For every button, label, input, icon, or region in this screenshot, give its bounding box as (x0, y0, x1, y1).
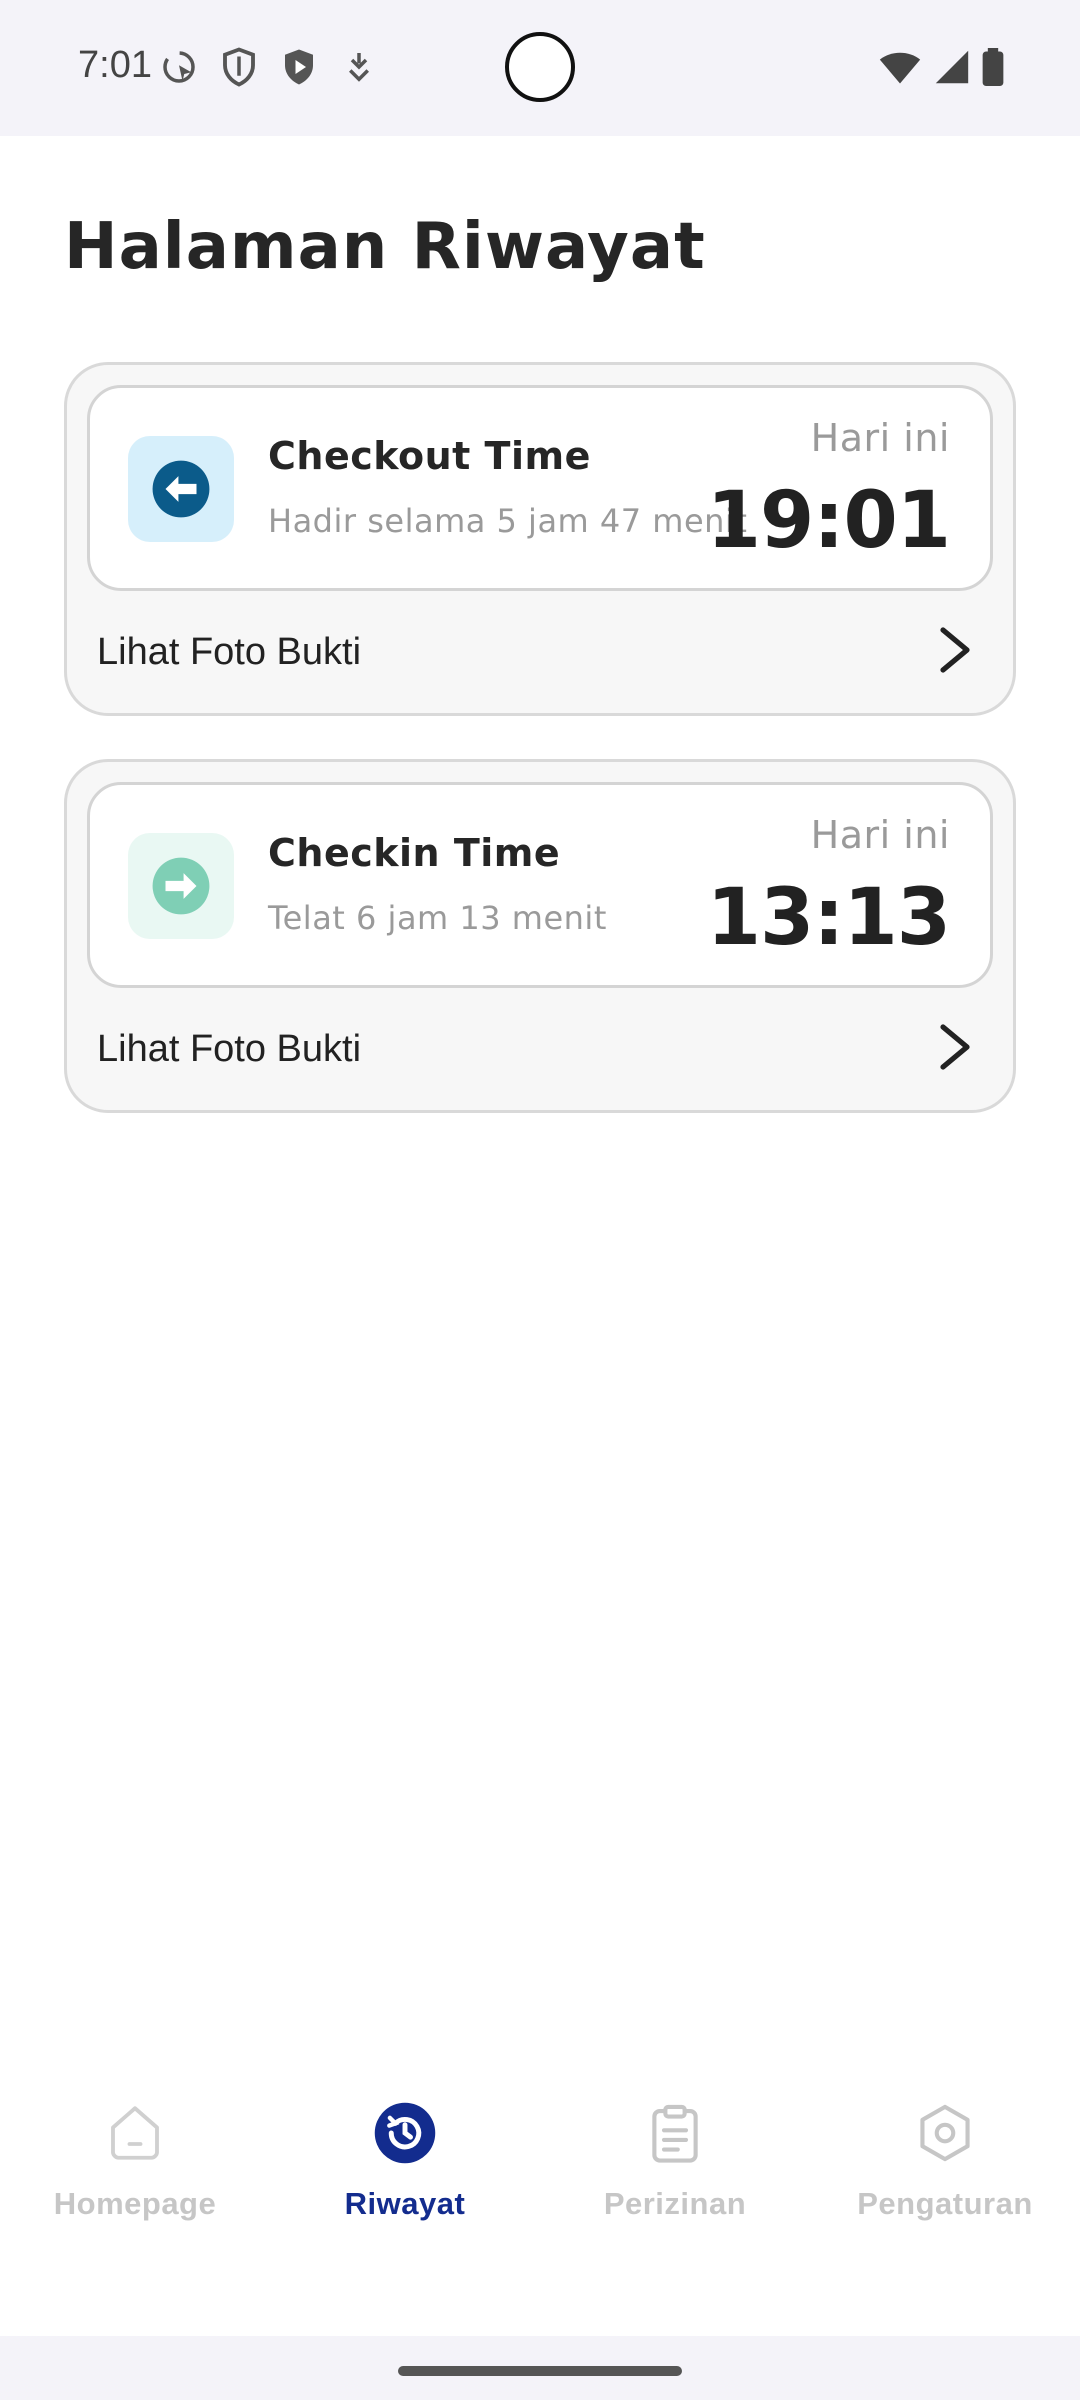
checkin-day: Hari ini (810, 813, 950, 857)
nav-item-homepage[interactable]: Homepage (0, 2080, 270, 2260)
shield-play-icon (278, 46, 320, 92)
signal-icon (934, 48, 970, 90)
checkout-record-card: Checkout Time Hadir selama 5 jam 47 meni… (64, 362, 1016, 716)
checkin-time-value: 13:13 (706, 873, 951, 963)
nav-item-perizinan[interactable]: Perizinan (540, 2080, 810, 2260)
view-photo-label: Lihat Foto Bukti (97, 630, 362, 673)
camera-cutout (505, 32, 575, 102)
checkin-icon-box (128, 833, 234, 939)
chevron-right-icon (935, 1023, 975, 1075)
nav-label-homepage: Homepage (53, 2186, 217, 2221)
shield-outline-icon (218, 46, 260, 92)
checkin-view-photo-button[interactable]: Lihat Foto Bukti (67, 988, 1013, 1110)
status-bar: 7:01 (0, 0, 1080, 136)
home-icon (102, 2100, 168, 2170)
bottom-navigation: Homepage Riwayat Perizinan Pengaturan (0, 2080, 1080, 2260)
checkout-icon-box (128, 436, 234, 542)
cursor-icon (158, 46, 200, 92)
history-icon (372, 2100, 438, 2170)
battery-icon (982, 48, 1004, 90)
nav-label-perizinan: Perizinan (603, 2186, 747, 2221)
checkout-duration: Hadir selama 5 jam 47 menit (268, 502, 748, 540)
checkin-title: Checkin Time (268, 831, 561, 875)
wifi-icon (878, 48, 922, 90)
checkin-record-summary: Checkin Time Telat 6 jam 13 menit Hari i… (87, 782, 993, 988)
nav-label-riwayat: Riwayat (344, 2186, 466, 2221)
nav-label-pengaturan: Pengaturan (857, 2186, 1033, 2221)
clipboard-icon (642, 2100, 708, 2170)
arrow-right-circle-icon (152, 857, 210, 915)
home-gesture-bar[interactable] (398, 2366, 682, 2376)
checkout-view-photo-button[interactable]: Lihat Foto Bukti (67, 591, 1013, 713)
download-icon (338, 46, 380, 92)
checkout-title: Checkout Time (268, 434, 591, 478)
chevron-right-icon (935, 626, 975, 678)
nav-item-pengaturan[interactable]: Pengaturan (810, 2080, 1080, 2260)
status-icons-right (878, 48, 1004, 90)
settings-icon (912, 2100, 978, 2170)
checkout-day: Hari ini (810, 416, 950, 460)
gesture-area (0, 2336, 1080, 2400)
nav-item-riwayat[interactable]: Riwayat (270, 2080, 540, 2260)
status-icons-left (158, 46, 380, 92)
checkin-record-card: Checkin Time Telat 6 jam 13 menit Hari i… (64, 759, 1016, 1113)
checkout-time-value: 19:01 (706, 476, 951, 566)
page-title: Halaman Riwayat (64, 210, 706, 284)
status-time: 7:01 (78, 44, 152, 86)
arrow-left-circle-icon (152, 460, 210, 518)
view-photo-label: Lihat Foto Bukti (97, 1027, 362, 1070)
checkin-lateness: Telat 6 jam 13 menit (268, 899, 607, 937)
checkout-record-summary: Checkout Time Hadir selama 5 jam 47 meni… (87, 385, 993, 591)
